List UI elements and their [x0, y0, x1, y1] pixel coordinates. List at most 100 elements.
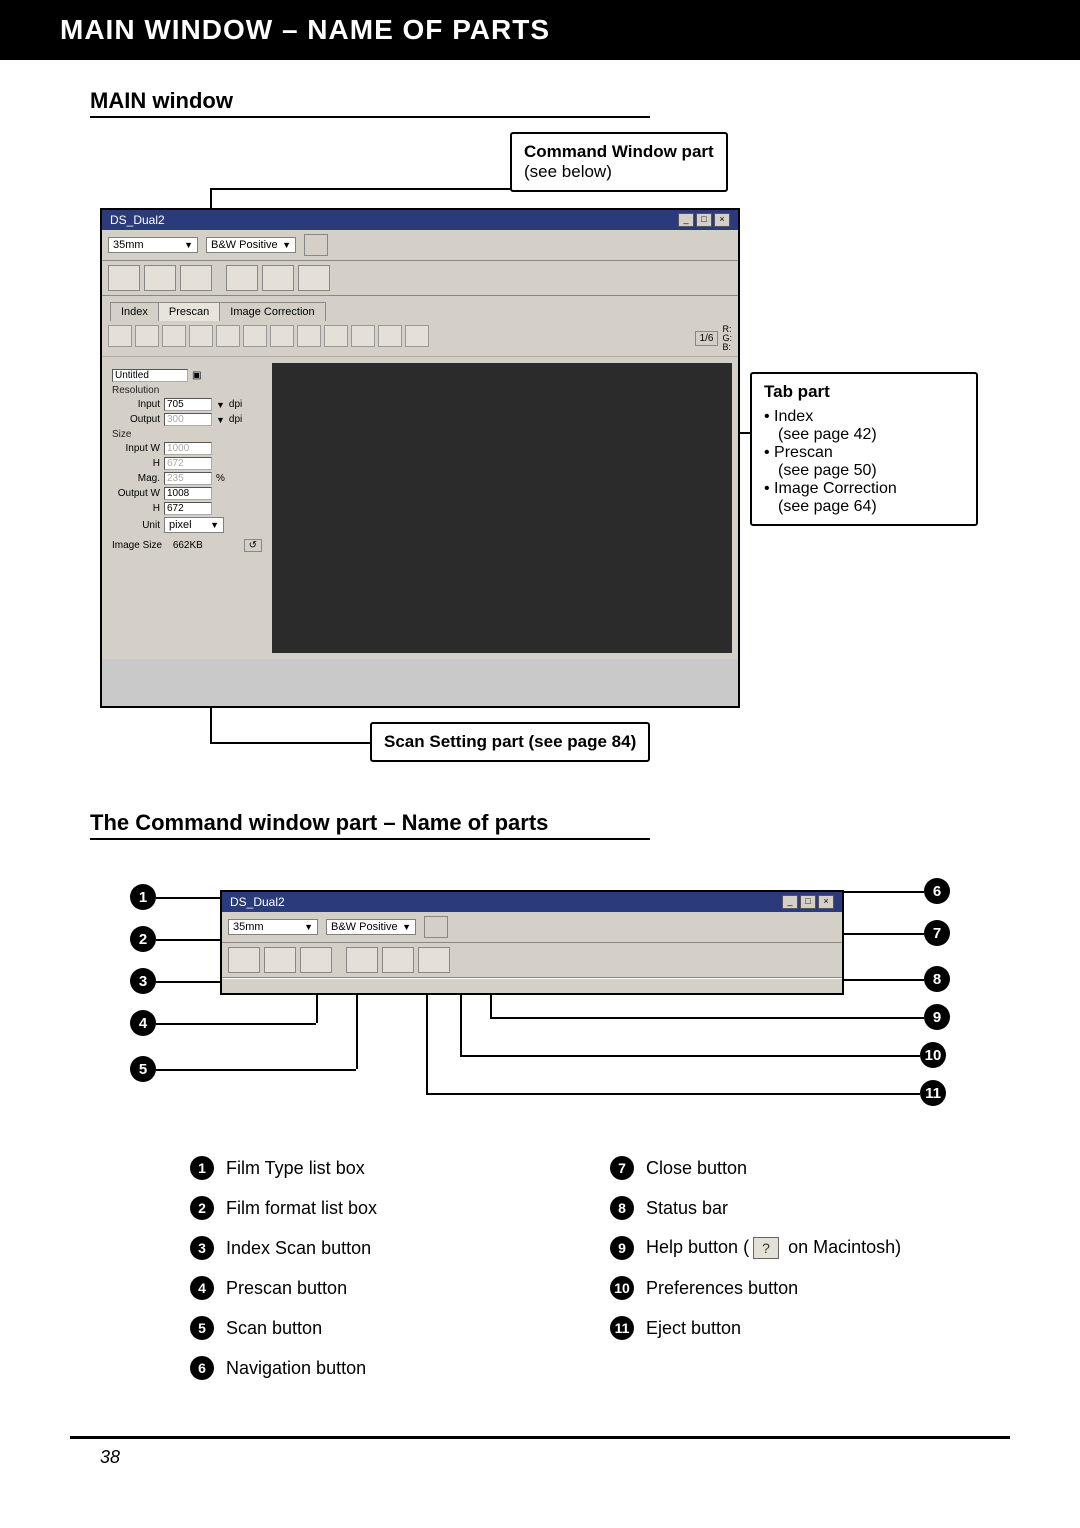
navigation-button[interactable]	[304, 234, 328, 256]
label-3: 3	[130, 968, 156, 994]
callout-command-window-sub: (see below)	[524, 162, 612, 181]
legend-item-10: 10Preferences button	[610, 1276, 970, 1300]
image-toolbar: 1/6 R:G:B:	[102, 321, 738, 357]
tool-8-icon[interactable]	[297, 325, 321, 347]
help-button-icon[interactable]	[298, 265, 330, 291]
legend-item-3: 3Index Scan button	[190, 1236, 550, 1260]
legend: 1Film Type list box 2Film format list bo…	[190, 1140, 990, 1396]
tool-3-icon[interactable]	[162, 325, 186, 347]
cmd-navigation-button[interactable]	[424, 916, 448, 938]
label-5: 5	[130, 1056, 156, 1082]
cmd-preferences-button[interactable]	[382, 947, 414, 973]
label-6: 6	[924, 878, 950, 904]
preview-area	[272, 363, 732, 653]
scan-button-icon[interactable]	[180, 265, 212, 291]
close-icon[interactable]: ×	[714, 213, 730, 227]
footer-rule	[70, 1436, 1010, 1439]
legend-item-8: 8Status bar	[610, 1196, 970, 1220]
label-7: 7	[924, 920, 950, 946]
legend-item-2: 2Film format list box	[190, 1196, 550, 1220]
legend-item-7: 7Close button	[610, 1156, 970, 1180]
tool-5-icon[interactable]	[216, 325, 240, 347]
tab-image-correction[interactable]: Image Correction	[219, 302, 325, 321]
tabs: Index Prescan Image Correction	[102, 296, 738, 321]
cmd-eject-button[interactable]	[346, 947, 378, 973]
rgb-readout: 1/6 R:G:B:	[695, 325, 732, 352]
reset-icon[interactable]: ↺	[244, 539, 262, 552]
image-size-label: Image Size	[112, 540, 162, 551]
cmd-maximize-icon[interactable]: □	[800, 895, 816, 909]
label-2: 2	[130, 926, 156, 952]
callout-scan-setting: Scan Setting part (see page 84)	[370, 722, 650, 762]
command-toolbar: 35mm▼ B&W Positive▼	[102, 230, 738, 261]
cmd-index-scan-button[interactable]	[228, 947, 260, 973]
button-toolbar	[102, 261, 738, 296]
cmd-close-icon[interactable]: ×	[818, 895, 834, 909]
cmd-window-title: DS_Dual2	[230, 895, 285, 909]
prescan-button-icon[interactable]	[144, 265, 176, 291]
label-11: 11	[920, 1080, 946, 1106]
tool-7-icon[interactable]	[270, 325, 294, 347]
input-w-field[interactable]	[164, 442, 212, 455]
preferences-button-icon[interactable]	[262, 265, 294, 291]
output-h-field[interactable]	[164, 502, 212, 515]
label-4: 4	[130, 1010, 156, 1036]
label-10: 10	[920, 1042, 946, 1068]
zoom-icon[interactable]	[243, 325, 267, 347]
output-w-field[interactable]	[164, 487, 212, 500]
tool-9-icon[interactable]	[324, 325, 348, 347]
unit-select[interactable]: pixel▼	[164, 517, 224, 533]
screenshot-main: DS_Dual2 _ □ × 35mm▼ B&W Positive▼	[100, 208, 740, 708]
tool-10-icon[interactable]	[351, 325, 375, 347]
tab-index[interactable]: Index	[110, 302, 159, 321]
page-title: MAIN WINDOW – NAME OF PARTS	[0, 0, 1080, 60]
resolution-label: Resolution	[112, 385, 262, 396]
help-mac-icon: ?	[753, 1237, 779, 1259]
callout-command-window-title: Command Window part	[524, 142, 714, 161]
screenshot-command-window: DS_Dual2 _ □ × 35mm▼ B&W Positive▼	[220, 890, 844, 995]
mag-field[interactable]	[164, 472, 212, 485]
tool-11-icon[interactable]	[378, 325, 402, 347]
cmd-minimize-icon[interactable]: _	[782, 895, 798, 909]
legend-item-9: 9Help button (? on Macintosh)	[610, 1236, 970, 1260]
film-type-select[interactable]: B&W Positive▼	[206, 237, 296, 253]
legend-item-1: 1Film Type list box	[190, 1156, 550, 1180]
label-9: 9	[924, 1004, 950, 1030]
callout-tab-part: Tab part • Index(see page 42) • Prescan(…	[750, 372, 978, 526]
cmd-help-button[interactable]	[418, 947, 450, 973]
input-dpi-field[interactable]	[164, 398, 212, 411]
maximize-icon[interactable]: □	[696, 213, 712, 227]
cmd-scan-button[interactable]	[300, 947, 332, 973]
index-scan-button-icon[interactable]	[108, 265, 140, 291]
callout-command-window: Command Window part (see below)	[510, 132, 728, 192]
window-titlebar: DS_Dual2 _ □ ×	[102, 210, 738, 230]
figure-command-window: 1 2 3 4 5 6 7 8 9 10 11	[90, 870, 990, 1130]
cmd-window-titlebar: DS_Dual2 _ □ ×	[222, 892, 842, 912]
minimize-icon[interactable]: _	[678, 213, 694, 227]
legend-item-4: 4Prescan button	[190, 1276, 550, 1300]
film-format-select[interactable]: 35mm▼	[108, 237, 198, 253]
input-h-field[interactable]	[164, 457, 212, 470]
eject-button-icon[interactable]	[226, 265, 258, 291]
tool-4-icon[interactable]	[189, 325, 213, 347]
output-dpi-field[interactable]	[164, 413, 212, 426]
figure-main-window: Command Window part (see below) Tab part…	[90, 132, 990, 782]
tool-2-icon[interactable]	[135, 325, 159, 347]
tool-12-icon[interactable]	[405, 325, 429, 347]
callout-tab-part-title: Tab part	[764, 382, 964, 402]
cmd-prescan-button[interactable]	[264, 947, 296, 973]
tab-prescan[interactable]: Prescan	[158, 302, 220, 321]
image-size-value: 662KB	[173, 540, 203, 551]
tool-1-icon[interactable]	[108, 325, 132, 347]
legend-item-11: 11Eject button	[610, 1316, 970, 1340]
command-window-heading: The Command window part – Name of parts	[90, 810, 650, 840]
scan-setting-panel: ▣ Resolution Input▼dpi Output▼dpi Size I…	[108, 363, 266, 653]
callout-scan-setting-title: Scan Setting part (see page 84)	[384, 732, 636, 751]
legend-item-6: 6Navigation button	[190, 1356, 550, 1380]
title-field[interactable]	[112, 369, 188, 382]
cmd-film-format-select[interactable]: 35mm▼	[228, 919, 318, 935]
cmd-film-type-select[interactable]: B&W Positive▼	[326, 919, 416, 935]
cmd-status-bar	[222, 978, 842, 993]
label-1: 1	[130, 884, 156, 910]
legend-item-5: 5Scan button	[190, 1316, 550, 1340]
